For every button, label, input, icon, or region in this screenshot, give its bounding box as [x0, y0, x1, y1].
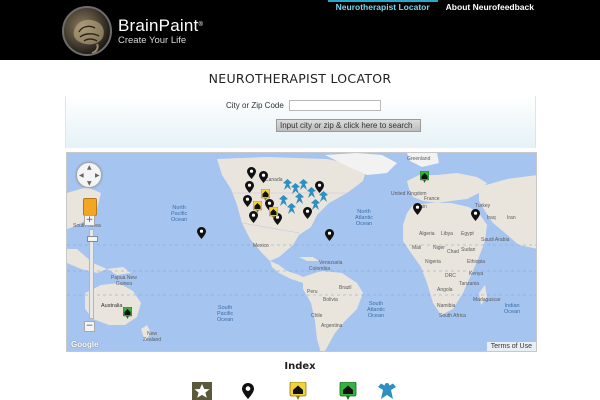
yellow-home-pin-icon	[289, 382, 307, 400]
pan-left-icon[interactable]: ◀	[79, 173, 84, 179]
google-logo[interactable]: Google	[71, 340, 99, 349]
brain-emblem-icon	[62, 6, 112, 56]
yellow-home-pin-icon[interactable]	[261, 189, 270, 201]
label-greenland: Greenland	[407, 156, 431, 162]
label-kenya: Kenya	[469, 271, 484, 277]
black-pin-icon[interactable]	[247, 167, 256, 179]
label-egypt: Egypt	[461, 231, 474, 237]
zoom-out-button[interactable]: −	[84, 321, 95, 332]
label-indian-ocean: Indian Ocean	[504, 303, 521, 315]
page-title: NEUROTHERAPIST LOCATOR	[208, 71, 392, 86]
label-iraq: Iraq	[487, 215, 496, 221]
black-pin-icon[interactable]	[243, 195, 252, 207]
label-north-pacific: North Pacific Ocean	[171, 205, 188, 223]
black-pin-icon[interactable]	[413, 203, 422, 215]
zoom-slider[interactable]: + −	[84, 195, 98, 332]
logo-wordmark: BrainPaint®	[118, 15, 204, 35]
label-madagascar: Madagascar	[473, 297, 501, 303]
label-drc: DRC	[445, 273, 456, 279]
label-colombia: Colombia	[309, 266, 331, 272]
blue-angel-icon[interactable]	[279, 195, 288, 207]
label-nigeria: Nigeria	[425, 259, 441, 265]
black-pin-icon	[242, 383, 254, 399]
page: BrainPaint® Create Your Life Neurotherap…	[0, 0, 600, 400]
star-pin-icon	[192, 382, 212, 400]
zoom-thumb[interactable]	[87, 236, 98, 242]
map-pan-control[interactable]: ▲ ▼ ◀ ▶	[76, 162, 102, 188]
world-map[interactable]: North Pacific Ocean North Atlantic Ocean…	[66, 152, 537, 352]
main-nav: Neurotherapist Locator About Neurofeedba…	[327, 0, 600, 20]
label-niger: Niger	[433, 245, 445, 251]
label-argentina: Argentina	[321, 323, 343, 329]
label-south-atlantic: South Atlantic Ocean	[367, 301, 386, 319]
terms-of-use-link[interactable]: Terms of Use	[486, 342, 536, 351]
search-panel: City or Zip Code Input city or zip & cli…	[65, 96, 536, 148]
label-south-africa: South Africa	[439, 313, 466, 319]
label-ethiopia: Ethiopia	[467, 259, 486, 265]
city-zip-input[interactable]	[289, 100, 381, 111]
index-title: Index	[284, 361, 316, 372]
zoom-track[interactable]	[87, 229, 98, 319]
search-label: City or Zip Code	[226, 101, 284, 110]
label-brazil: Brazil	[339, 285, 352, 291]
blue-angel-icon[interactable]	[287, 203, 296, 215]
label-chile: Chile	[311, 313, 323, 319]
label-australia: Australia	[101, 303, 123, 309]
label-new-zealand: New Zealand	[143, 331, 162, 343]
green-home-pin-icon	[339, 382, 357, 400]
label-papua: Papua New Guinea	[111, 275, 137, 287]
pan-up-icon[interactable]: ▲	[87, 165, 92, 171]
label-south-pacific: South Pacific Ocean	[217, 305, 234, 323]
pan-right-icon[interactable]: ▶	[95, 173, 100, 179]
green-home-pin-icon[interactable]	[420, 171, 429, 183]
label-sudan: Sudan	[461, 247, 476, 253]
blue-angel-icon[interactable]	[295, 193, 304, 205]
brainpaint-logo[interactable]: BrainPaint® Create Your Life	[62, 5, 212, 57]
label-iran: Iran	[507, 215, 516, 221]
black-pin-icon[interactable]	[259, 171, 268, 183]
label-peru: Peru	[307, 289, 318, 295]
label-saudi-arabia: Saudi Arabia	[481, 237, 510, 243]
zoom-in-button[interactable]: +	[84, 215, 95, 226]
blue-angel-icon	[378, 383, 396, 399]
nav-neurotherapist-locator[interactable]: Neurotherapist Locator	[327, 0, 438, 16]
search-button[interactable]: Input city or zip & click here to search	[276, 119, 421, 132]
label-namibia: Namibia	[437, 303, 456, 309]
site-header: BrainPaint® Create Your Life Neurotherap…	[0, 0, 600, 60]
black-pin-icon[interactable]	[471, 209, 480, 221]
label-chad: Chad	[447, 249, 459, 255]
label-united-kingdom: United Kingdom	[391, 191, 427, 197]
yellow-home-pin-icon[interactable]	[269, 207, 278, 219]
label-mexico: Mexico	[253, 243, 269, 249]
green-home-pin-icon[interactable]	[123, 307, 132, 319]
label-libya: Libya	[441, 231, 453, 237]
black-pin-icon[interactable]	[303, 207, 312, 219]
label-bolivia: Bolivia	[323, 297, 338, 303]
logo-tagline: Create Your Life	[118, 34, 187, 46]
label-algeria: Algeria	[419, 231, 435, 237]
label-north-atlantic: North Atlantic Ocean	[355, 209, 374, 227]
label-mali: Mali	[412, 245, 422, 251]
black-pin-icon[interactable]	[325, 229, 334, 241]
yellow-home-pin-icon[interactable]	[253, 201, 262, 213]
label-angola: Angola	[437, 287, 453, 293]
black-pin-icon[interactable]	[315, 181, 324, 193]
nav-about-neurofeedback[interactable]: About Neurofeedback	[438, 0, 542, 16]
black-pin-icon[interactable]	[197, 227, 206, 239]
label-tanzania: Tanzania	[459, 281, 480, 287]
black-pin-icon[interactable]	[245, 181, 254, 193]
label-france: France	[424, 196, 440, 202]
pan-down-icon[interactable]: ▼	[87, 181, 92, 187]
